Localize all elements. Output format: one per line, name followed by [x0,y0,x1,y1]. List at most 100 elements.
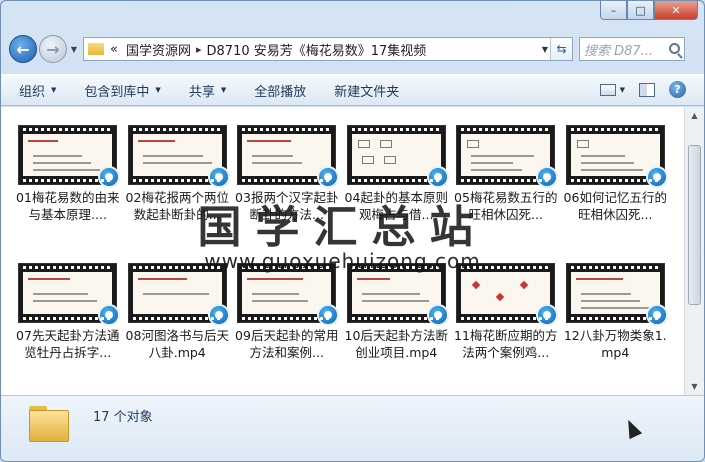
slide-preview [461,272,551,314]
vertical-scrollbar[interactable]: ▲ ▼ [684,107,704,395]
file-item[interactable]: 04起卦的基本原则观梅占与借... [342,125,452,250]
media-player-icon [536,166,559,188]
search-placeholder: 搜索 D87... [584,43,654,59]
file-item[interactable]: 11梅花断应期的方法两个案例鸡... [451,263,561,388]
navigation-bar: ← → ▼ « 国学资源网 ▸ D8710 安易芳《梅花易数》17集视频 ▼ ⇆… [9,34,696,64]
video-thumbnail[interactable] [565,125,668,188]
object-count: 17 个对象 [93,410,153,425]
address-bar[interactable]: « 国学资源网 ▸ D8710 安易芳《梅花易数》17集视频 ▼ ⇆ [83,37,573,61]
recent-pages-dropdown[interactable]: ▼ [67,45,81,54]
file-item[interactable]: 02梅花报两个两位数起卦断卦的... [123,125,233,250]
video-thumbnail[interactable] [346,125,449,188]
details-pane: 17 个对象 [1,395,704,461]
minimize-button[interactable]: – [600,1,627,20]
file-name[interactable]: 06如何记忆五行的旺相休囚死... [563,189,667,223]
file-item[interactable]: 08河图洛书与后天八卦.mp4 [123,263,233,388]
file-name[interactable]: 08河图洛书与后天八卦.mp4 [125,327,229,361]
search-icon[interactable] [669,43,680,54]
media-player-icon [98,304,121,326]
file-name[interactable]: 07先天起卦方法通览牡丹占拆字... [16,327,120,361]
video-thumbnail[interactable] [237,263,340,326]
scroll-up-icon[interactable]: ▲ [685,107,704,124]
chevron-down-icon: ▼ [220,86,227,94]
media-player-icon [317,304,340,326]
refresh-icon[interactable]: ⇆ [550,38,572,60]
media-player-icon [645,304,668,326]
video-thumbnail[interactable] [456,263,559,326]
slide-preview [23,134,113,176]
video-thumbnail[interactable] [565,263,668,326]
include-in-library-label: 包含到库中 [84,84,150,100]
media-player-icon [207,304,230,326]
chevron-down-icon: ▼ [51,86,57,94]
video-thumbnail[interactable] [456,125,559,188]
video-thumbnail[interactable] [346,263,449,326]
new-folder-button[interactable]: 新建文件夹 [334,81,399,100]
breadcrumb-site[interactable]: 国学资源网 [126,40,191,59]
file-grid: 01梅花易数的由来与基本原理.... 02梅花报两个两位数起卦断卦的... 03报两… [13,125,670,388]
scroll-down-icon[interactable]: ▼ [685,378,704,395]
share-button[interactable]: 共享 ▼ [189,81,226,100]
video-thumbnail[interactable] [18,125,121,188]
file-item[interactable]: 05梅花易数五行的旺相休囚死... [451,125,561,250]
scroll-thumb[interactable] [688,145,701,305]
command-bar: 组织 ▼ 包含到库中 ▼ 共享 ▼ 全部播放 新建文件夹 ▼ ? [1,74,704,106]
change-view-icon[interactable] [599,83,616,96]
breadcrumb-separator-icon[interactable]: ▸ [191,43,207,56]
file-name[interactable]: 10后天起卦方法断创业项目.mp4 [344,327,448,361]
slide-preview [132,272,222,314]
close-button[interactable]: ✕ [654,1,698,20]
file-name[interactable]: 11梅花断应期的方法两个案例鸡... [454,327,558,361]
slide-preview [242,272,332,314]
slide-preview [461,134,551,176]
preview-pane-icon[interactable] [639,82,655,97]
address-dropdown-icon[interactable]: ▼ [542,45,548,54]
file-item[interactable]: 12八卦万物类象1.mp4 [561,263,671,388]
file-name[interactable]: 01梅花易数的由来与基本原理.... [16,189,120,223]
forward-button[interactable]: → [39,35,67,63]
file-item[interactable]: 07先天起卦方法通览牡丹占拆字... [13,263,123,388]
share-label: 共享 [188,84,215,100]
slide-preview [570,272,660,314]
video-thumbnail[interactable] [127,125,230,188]
folder-icon [88,43,104,55]
play-all-button[interactable]: 全部播放 [254,81,306,100]
video-thumbnail[interactable] [127,263,230,326]
media-player-icon [426,166,449,188]
slide-preview [132,134,222,176]
view-controls: ▼ ? [599,81,686,98]
organize-button[interactable]: 组织 ▼ [19,81,56,100]
file-name[interactable]: 09后天起卦的常用方法和案例... [235,327,339,361]
file-item[interactable]: 01梅花易数的由来与基本原理.... [13,125,123,250]
address-overflow[interactable]: « [110,42,118,57]
back-button[interactable]: ← [9,35,37,63]
slide-preview [242,134,332,176]
help-icon[interactable]: ? [669,81,686,98]
media-player-icon [207,166,230,188]
file-name[interactable]: 03报两个汉字起卦断卦的方法... [235,189,339,223]
file-name[interactable]: 04起卦的基本原则观梅占与借... [344,189,448,223]
folder-icon [29,406,69,442]
slide-preview [351,272,441,314]
file-name[interactable]: 12八卦万物类象1.mp4 [563,327,667,361]
file-item[interactable]: 10后天起卦方法断创业项目.mp4 [342,263,452,388]
media-player-icon [536,304,559,326]
view-options-dropdown-icon[interactable]: ▼ [620,86,625,94]
organize-label: 组织 [19,84,46,100]
caption-buttons: – □ ✕ [600,1,698,21]
file-item[interactable]: 09后天起卦的常用方法和案例... [232,263,342,388]
breadcrumb-current-folder[interactable]: D8710 安易芳《梅花易数》17集视频 [207,40,427,59]
file-item[interactable]: 06如何记忆五行的旺相休囚死... [561,125,671,250]
media-player-icon [426,304,449,326]
file-list: 01梅花易数的由来与基本原理.... 02梅花报两个两位数起卦断卦的... 03报两… [1,107,684,395]
video-thumbnail[interactable] [18,263,121,326]
media-player-icon [317,166,340,188]
file-name[interactable]: 02梅花报两个两位数起卦断卦的... [125,189,229,223]
maximize-button[interactable]: □ [627,1,654,20]
media-player-icon [98,166,121,188]
search-input[interactable]: 搜索 D87... [579,37,685,61]
video-thumbnail[interactable] [237,125,340,188]
file-item[interactable]: 03报两个汉字起卦断卦的方法... [232,125,342,250]
file-name[interactable]: 05梅花易数五行的旺相休囚死... [454,189,558,223]
include-in-library-button[interactable]: 包含到库中 ▼ [84,81,160,100]
